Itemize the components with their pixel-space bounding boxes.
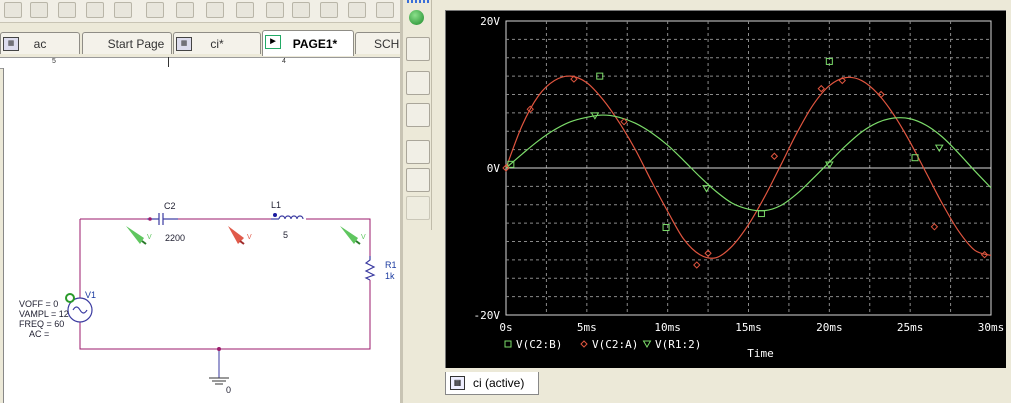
ground-label: 0 (226, 385, 232, 395)
edit-trace-icon[interactable] (406, 168, 430, 192)
edit-icon[interactable] (348, 2, 366, 18)
run-icon[interactable] (406, 7, 428, 29)
v1-vampl: VAMPL = 12 (19, 309, 69, 319)
toolbar-tool-icon[interactable] (86, 2, 104, 18)
document-icon[interactable] (406, 37, 430, 61)
tab-label: ac (33, 36, 47, 51)
probe-plot-window[interactable]: 0s 5ms 10ms 15ms 20ms 25ms 30ms 20V 0V -20V Time V… (445, 10, 1008, 370)
grip-handle[interactable] (407, 0, 429, 3)
wire (79, 280, 371, 350)
tab-label: Start Page (107, 36, 165, 51)
tab-start-page[interactable]: Start Page (82, 32, 172, 54)
add-trace-icon[interactable] (406, 140, 430, 164)
x-tick-label: 15ms (735, 321, 762, 334)
probe-toolbar (403, 0, 432, 230)
v1-ac: AC = (29, 329, 50, 339)
tab-label: PAGE1* (292, 36, 338, 51)
probe-label: V (361, 234, 366, 241)
toolbar-tool-icon[interactable] (58, 2, 76, 18)
legend-label: V(C2:B) (516, 338, 562, 351)
y-tick-label: 20V (480, 15, 500, 28)
l1-value: 5 (283, 230, 289, 240)
undo-icon[interactable] (206, 2, 224, 18)
legend-marker (580, 340, 588, 348)
legend-marker (504, 340, 512, 348)
schematic-icon: ▦ (3, 37, 19, 51)
plot-tab-label: ci (active) (473, 376, 525, 390)
toolbar-tool-icon[interactable] (266, 2, 284, 18)
schematic-icon: ▦ (176, 37, 192, 51)
settings-icon[interactable] (406, 196, 430, 220)
resistor-r1 (364, 256, 376, 281)
ruler-mark: 5 (52, 58, 56, 65)
v1-ref: V1 (85, 290, 97, 300)
plot-tab-icon: ▦ (450, 376, 465, 390)
toolbar-tool-icon[interactable] (236, 2, 254, 18)
toolbar-tool-icon[interactable] (30, 2, 48, 18)
tab-page1[interactable]: ▶ PAGE1* (262, 30, 354, 56)
waveform-icon[interactable] (406, 103, 430, 127)
toolbar-tool-icon[interactable] (376, 2, 394, 18)
l1-ref: L1 (271, 200, 282, 210)
toolbar-tool-icon[interactable] (292, 2, 310, 18)
x-tick-label: 0s (499, 321, 512, 334)
legend-label: V(R1:2) (655, 338, 701, 351)
legend-marker (642, 340, 652, 348)
tab-ac[interactable]: ▦ ac (0, 32, 80, 54)
toolbar-tool-icon[interactable] (4, 2, 22, 18)
y-tick-label: -20V (474, 309, 501, 322)
x-axis-label: Time (747, 347, 774, 360)
tab-ci[interactable]: ▦ ci* (173, 32, 261, 54)
toolbar-tool-icon[interactable] (114, 2, 132, 18)
probe-label: V (147, 234, 152, 241)
toolbar-tool-icon[interactable] (146, 2, 164, 18)
voltage-probe-r1 (340, 226, 361, 245)
x-tick-label: 5ms (577, 321, 597, 334)
page-icon: ▶ (265, 35, 281, 49)
x-tick-label: 20ms (816, 321, 843, 334)
x-tick-label: 25ms (897, 321, 924, 334)
tab-ci-active[interactable]: ▦ ci (active) (445, 372, 539, 395)
ruler-mark: 4 (282, 58, 286, 65)
probe-chart: 0s 5ms 10ms 15ms 20ms 25ms 30ms 20V 0V -20V Time V… (474, 15, 1005, 360)
voltage-probe-c2 (126, 226, 147, 245)
y-tick-label: 0V (487, 162, 501, 175)
toolbar-tool-icon[interactable] (176, 2, 194, 18)
c2-ref: C2 (164, 201, 176, 211)
toolbar-tool-icon[interactable] (320, 2, 338, 18)
tab-label: ci* (210, 36, 224, 51)
x-tick-label: 10ms (654, 321, 681, 334)
v1-freq: FREQ = 60 (19, 319, 65, 329)
c2-value: 2200 (165, 233, 186, 243)
schematic-canvas[interactable]: C2 2200 L1 5 R1 1k V1 VOFF = 0 VAMPL = 1… (3, 68, 401, 403)
window-edge (1006, 0, 1011, 403)
legend-label: V(C2:A) (592, 338, 638, 351)
document-tabs: ▦ ac Start Page ▦ ci* ▶ PAGE1* SCHE (0, 29, 415, 57)
circuit-diagram (65, 213, 376, 385)
x-tick-label: 30ms (978, 321, 1005, 334)
r1-ref: R1 (385, 260, 397, 270)
main-toolbar (0, 0, 400, 23)
ruler-divider (168, 57, 169, 67)
r1-value: 1k (385, 271, 395, 281)
probe-label: V (247, 234, 252, 241)
v1-voff: VOFF = 0 (19, 299, 59, 309)
ground-symbol (209, 377, 229, 385)
view-simulation-icon[interactable] (406, 71, 430, 95)
voltage-probe-l1 (228, 226, 245, 245)
